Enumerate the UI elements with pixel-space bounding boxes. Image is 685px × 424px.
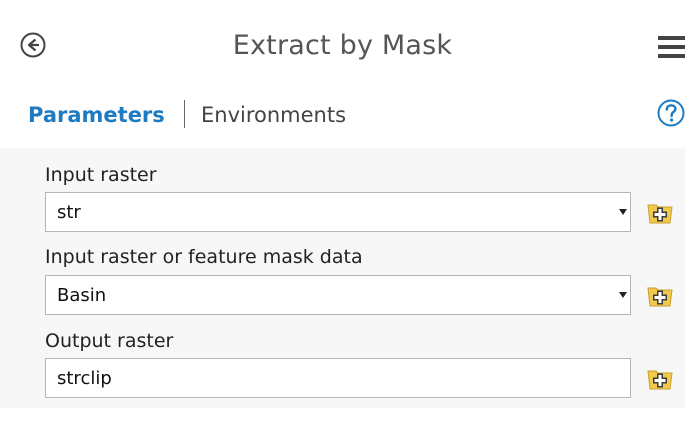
tab-separator <box>184 100 185 128</box>
tab-parameters[interactable]: Parameters <box>28 103 165 127</box>
tab-environments[interactable]: Environments <box>201 103 346 127</box>
mask-data-value: Basin <box>57 285 107 306</box>
browse-folder-icon[interactable] <box>645 197 675 227</box>
browse-folder-icon[interactable] <box>645 363 675 393</box>
tool-title: Extract by Mask <box>232 30 453 61</box>
browse-folder-icon[interactable] <box>645 280 675 310</box>
output-raster-label: Output raster <box>45 330 174 352</box>
help-question-icon[interactable] <box>657 99 685 127</box>
output-raster-value: strclip <box>57 368 112 389</box>
chevron-down-icon[interactable] <box>619 292 627 298</box>
output-raster-input[interactable]: strclip <box>45 358 631 398</box>
mask-data-dropdown[interactable]: Basin <box>45 275 631 315</box>
chevron-down-icon[interactable] <box>619 209 627 215</box>
input-raster-value: str <box>57 202 81 223</box>
mask-data-label: Input raster or feature mask data <box>45 246 363 268</box>
input-raster-label: Input raster <box>45 164 157 186</box>
pane-footer-area <box>0 408 685 424</box>
input-raster-dropdown[interactable]: str <box>45 192 631 232</box>
geoprocessing-pane: Extract by Mask Parameters Environments … <box>0 0 685 424</box>
hamburger-menu-icon[interactable] <box>658 36 685 58</box>
